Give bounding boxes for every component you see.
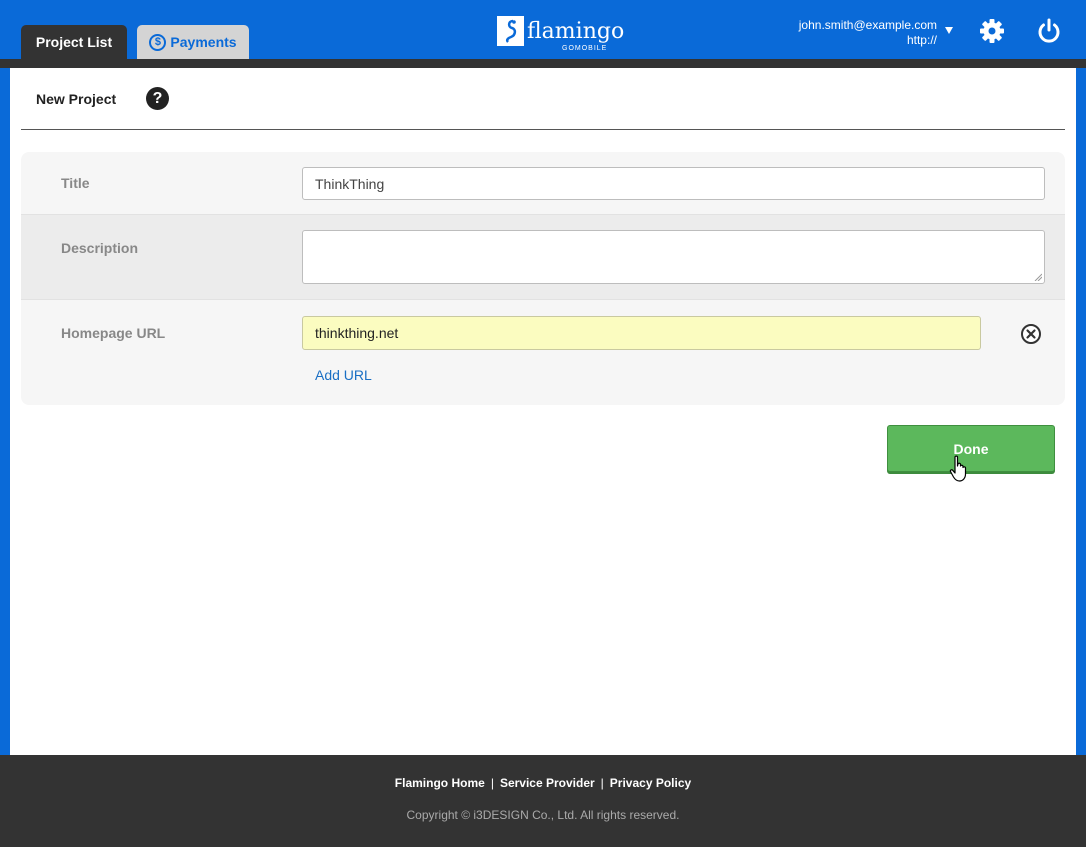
hand-cursor-icon [949,455,967,482]
footer-separator: | [490,776,494,790]
footer-links: Flamingo Home | Service Provider | Privacy P… [0,776,1086,790]
footer-link-privacy-policy[interactable]: Privacy Policy [606,776,695,790]
footer-separator: | [600,776,604,790]
homepage-url-value: thinkthing.net [315,325,399,341]
form-row-title: Title ThinkThing [21,152,1065,215]
remove-url-icon[interactable] [1020,323,1042,345]
tab-payments-label: Payments [170,34,237,50]
question-icon[interactable]: ? [146,87,169,110]
title-input[interactable]: ThinkThing [302,167,1045,200]
form-row-description: Description [21,215,1065,300]
done-button[interactable]: Done [887,425,1055,472]
description-textarea[interactable] [302,230,1045,284]
user-menu[interactable]: john.smith@example.com http:// [799,18,937,48]
flamingo-logo-mark [497,16,524,46]
copyright-text: Copyright © i3DESIGN Co., Ltd. All right… [406,808,680,822]
page-title: New Project [36,91,117,107]
header: Project List $ Payments flamingo GOMOBIL… [0,0,1086,59]
tab-project-list-label: Project List [35,34,113,50]
footer: Flamingo Home | Service Provider | Privacy P… [0,755,1086,847]
title-input-value: ThinkThing [315,175,385,192]
add-url-link[interactable]: Add URL [315,367,372,383]
power-icon[interactable] [1034,16,1064,46]
logo-text: flamingo [527,19,625,44]
user-email: john.smith@example.com [798,18,937,32]
project-form: Title ThinkThing Description Homepage UR… [21,152,1065,405]
homepage-label: Homepage URL [61,325,166,341]
main-panel: New Project ? Title ThinkThing Descripti… [10,68,1076,755]
chevron-down-icon[interactable] [945,27,953,34]
user-url: http:// [906,33,937,47]
gear-icon[interactable] [977,16,1007,46]
form-row-homepage: Homepage URL thinkthing.net Add URL [21,300,1065,405]
footer-link-flamingo-home[interactable]: Flamingo Home [391,776,489,790]
header-divider [0,59,1086,68]
dollar-circle-icon: $ [149,33,167,51]
logo-subtitle: GOMOBILE [562,45,608,52]
footer-link-service-provider[interactable]: Service Provider [496,776,599,790]
homepage-url-input[interactable]: thinkthing.net [302,316,981,350]
tab-payments[interactable]: $ Payments [137,25,249,59]
title-label: Title [61,175,90,191]
description-label: Description [61,240,139,256]
title-divider [21,129,1065,130]
resize-grip-icon[interactable] [1034,273,1042,281]
tab-project-list[interactable]: Project List [21,25,127,59]
flamingo-logo[interactable]: flamingo GOMOBILE [497,16,624,56]
